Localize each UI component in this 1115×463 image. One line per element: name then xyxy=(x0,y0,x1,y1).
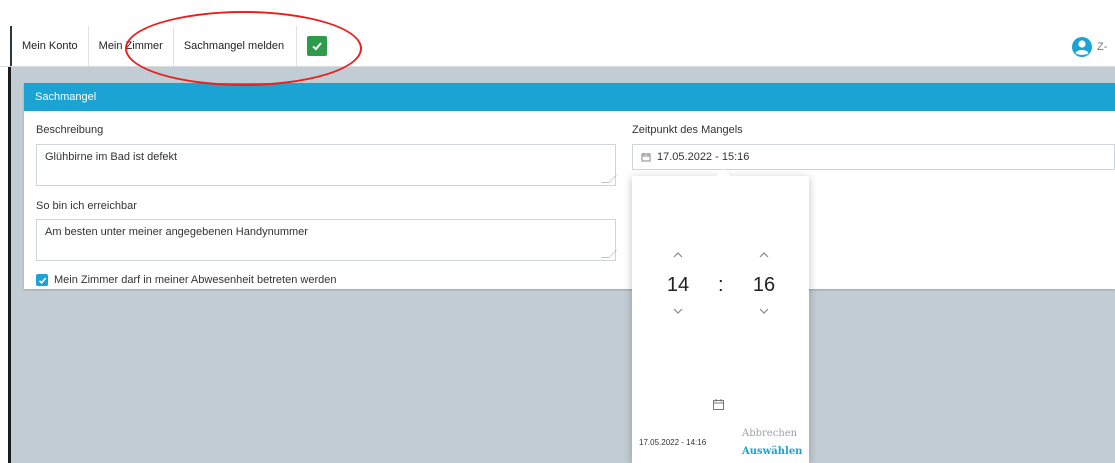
zeitpunkt-value: 17.05.2022 - 15:16 xyxy=(657,151,750,163)
breadcrumb-item-mein-zimmer[interactable]: Mein Zimmer xyxy=(89,26,174,66)
hour-down-button[interactable] xyxy=(663,306,693,318)
erreichbar-value: Am besten unter meiner angegebenen Handy… xyxy=(45,226,308,238)
check-icon xyxy=(312,42,322,51)
chevron-down-icon xyxy=(759,308,769,314)
checkbox-label: Mein Zimmer darf in meiner Abwesenheit b… xyxy=(54,274,337,286)
user-label: Z- xyxy=(1097,41,1108,53)
minute-down-button[interactable] xyxy=(749,306,779,318)
picker-selected-value: 17.05.2022 - 14:16 xyxy=(639,438,707,447)
resize-grip[interactable] xyxy=(601,250,617,258)
popup-arrow xyxy=(716,169,730,176)
confirm-button[interactable] xyxy=(307,36,328,56)
abwesenheit-checkbox[interactable]: Mein Zimmer darf in meiner Abwesenheit b… xyxy=(36,274,336,286)
time-picker-popup: 14 : 16 17.05.2022 - 14:16 Abbrechen Aus… xyxy=(632,169,809,463)
chevron-down-icon xyxy=(673,308,683,314)
top-bar: Mein Konto Mein Zimmer Sachmangel melden… xyxy=(0,0,1115,67)
beschreibung-value: Glühbirne im Bad ist defekt xyxy=(45,151,178,163)
breadcrumb-item-mein-konto[interactable]: Mein Konto xyxy=(12,26,89,66)
erreichbar-label: So bin ich erreichbar xyxy=(36,200,137,212)
resize-grip[interactable] xyxy=(601,175,617,183)
beschreibung-label: Beschreibung xyxy=(36,124,104,136)
calendar-toggle-button[interactable] xyxy=(712,398,725,414)
user-menu[interactable]: Z- xyxy=(1071,36,1107,58)
minute-up-button[interactable] xyxy=(749,250,779,262)
minute-value[interactable]: 16 xyxy=(747,274,781,297)
user-avatar-icon xyxy=(1072,37,1092,57)
panel-title: Sachmangel xyxy=(24,83,1115,111)
chevron-up-icon xyxy=(759,252,769,258)
calendar-icon xyxy=(641,153,651,162)
zeitpunkt-label: Zeitpunkt des Mangels xyxy=(632,124,743,136)
time-separator: : xyxy=(718,274,724,296)
cancel-button[interactable]: Abbrechen xyxy=(742,428,797,439)
left-edge xyxy=(8,67,11,463)
erreichbar-field[interactable]: Am besten unter meiner angegebenen Handy… xyxy=(36,219,617,261)
checkbox-box[interactable] xyxy=(36,274,48,286)
breadcrumb: Mein Konto Mein Zimmer Sachmangel melden xyxy=(10,26,328,66)
calendar-icon xyxy=(713,399,724,410)
chevron-up-icon xyxy=(673,252,683,258)
select-button[interactable]: Auswählen xyxy=(742,446,802,457)
hour-up-button[interactable] xyxy=(663,250,693,262)
checkbox-check-icon xyxy=(38,277,46,284)
breadcrumb-item-sachmangel-melden[interactable]: Sachmangel melden xyxy=(174,26,298,66)
beschreibung-field[interactable]: Glühbirne im Bad ist defekt xyxy=(36,144,617,186)
hour-value[interactable]: 14 xyxy=(661,274,695,297)
zeitpunkt-input[interactable]: 17.05.2022 - 15:16 xyxy=(632,144,1115,170)
